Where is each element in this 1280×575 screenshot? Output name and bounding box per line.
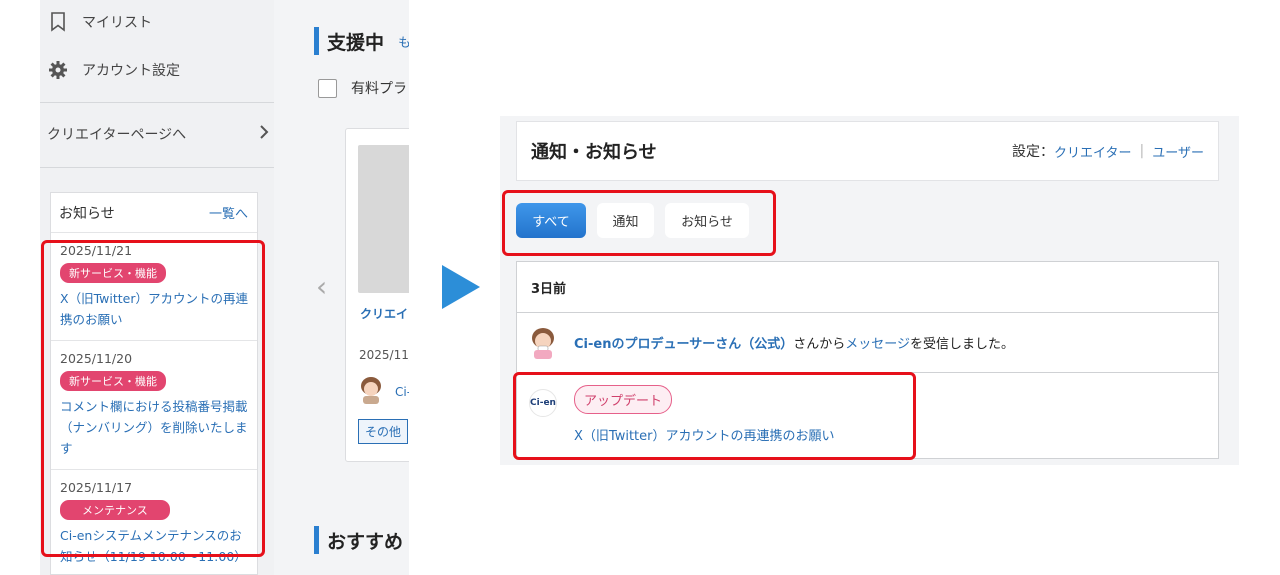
sidebar: マイリスト アカウント設定 クリエイターページへ お知らせ 一覧へ 2025/1… xyxy=(40,0,274,575)
divider: | xyxy=(1139,143,1145,159)
notification-settings: 設定： クリエイター | ユーザー xyxy=(1012,141,1204,161)
news-panel-title: お知らせ xyxy=(59,205,115,222)
main-column: 支援中 も 有料プラ ‹ クリエイ 2025/11/ Ci- その他 おすすめ xyxy=(274,0,409,575)
recommend-section-title: おすすめ xyxy=(314,526,403,554)
divider xyxy=(40,167,274,168)
sender-name[interactable]: Ci-enのプロデューサーさん（公式） xyxy=(574,333,793,352)
list-item[interactable]: Ci-en アップデート X（旧Twitter）アカウントの再連携のお願い xyxy=(517,373,1218,458)
news-link[interactable]: Ci-enシステムメンテナンスのお知らせ（11/19 10:00〜11:00） xyxy=(60,528,247,564)
page-title: 通知・お知らせ xyxy=(531,142,657,163)
tab-announcements[interactable]: お知らせ xyxy=(665,203,749,238)
notifications-header: 通知・お知らせ 設定： クリエイター | ユーザー xyxy=(516,121,1219,181)
update-badge: アップデート xyxy=(574,385,673,414)
section-title-text: おすすめ xyxy=(327,530,404,553)
paid-plan-filter-label: 有料プラ xyxy=(351,81,407,97)
news-date: 2025/11/17 xyxy=(60,480,133,495)
news-item: 2025/11/21 新サービス・機能 X（旧Twitter）アカウントの再連携… xyxy=(51,233,257,341)
paid-plan-filter[interactable]: 有料プラ xyxy=(318,78,407,98)
sidebar-item-account-settings[interactable]: アカウント設定 xyxy=(40,56,274,84)
news-date: 2025/11/21 xyxy=(60,243,133,258)
notification-tabs: すべて 通知 お知らせ xyxy=(516,203,749,238)
creator-page-label: クリエイターページへ xyxy=(47,127,187,143)
avatar xyxy=(532,327,554,359)
news-date: 2025/11/20 xyxy=(60,351,133,366)
bookmark-icon xyxy=(48,12,68,32)
avatar xyxy=(361,377,381,404)
post-date: 2025/11/ xyxy=(359,348,409,362)
settings-creator-link[interactable]: クリエイター xyxy=(1054,142,1131,161)
section-title-text: 支援中 xyxy=(327,31,385,54)
checkbox[interactable] xyxy=(318,78,337,98)
gear-icon xyxy=(48,60,68,80)
list-group-header: 3日前 xyxy=(517,262,1218,313)
tab-notifications[interactable]: 通知 xyxy=(597,203,654,238)
see-more-link[interactable]: も xyxy=(398,32,409,51)
chevron-right-icon xyxy=(259,125,269,143)
after-screenshot: 通知・お知らせ 設定： クリエイター | ユーザー すべて 通知 お知らせ 3日… xyxy=(500,116,1239,465)
settings-user-link[interactable]: ユーザー xyxy=(1152,142,1204,161)
tab-all[interactable]: すべて xyxy=(516,203,586,238)
announcement-link[interactable]: X（旧Twitter）アカウントの再連携のお願い xyxy=(574,425,834,444)
news-view-all-link[interactable]: 一覧へ xyxy=(209,203,248,222)
news-link[interactable]: コメント欄における投稿番号掲載（ナンバリング）を削除いたします xyxy=(60,399,248,456)
post-tag[interactable]: その他 xyxy=(358,419,409,444)
post-author[interactable]: Ci- xyxy=(395,385,409,399)
section-accent-bar xyxy=(314,526,319,554)
news-item: 2025/11/17 メンテナンス Ci-enシステムメンテナンスのお知らせ（1… xyxy=(51,470,257,574)
section-accent-bar xyxy=(314,27,319,55)
news-panel-header: お知らせ 一覧へ xyxy=(51,193,257,233)
list-item[interactable]: Ci-enのプロデューサーさん（公式） さんから メッセージ を受信しました。 xyxy=(517,313,1218,373)
creator-page-link[interactable]: クリエイターページへ xyxy=(47,124,269,144)
before-screenshot: マイリスト アカウント設定 クリエイターページへ お知らせ 一覧へ 2025/1… xyxy=(40,0,409,575)
news-panel: お知らせ 一覧へ 2025/11/21 新サービス・機能 X（旧Twitter）… xyxy=(50,192,258,575)
news-link[interactable]: X（旧Twitter）アカウントの再連携のお願い xyxy=(60,291,248,327)
supporting-section-title: 支援中 も xyxy=(314,27,409,55)
chevron-left-icon[interactable]: ‹ xyxy=(316,270,327,303)
notification-list: 3日前 Ci-enのプロデューサーさん（公式） さんから メッセージ を受信しま… xyxy=(516,261,1219,459)
post-title[interactable]: クリエイ xyxy=(360,305,408,322)
sidebar-item-label: マイリスト xyxy=(82,15,152,31)
message-text: さんから xyxy=(793,337,846,352)
divider xyxy=(40,102,274,103)
message-link[interactable]: メッセージ xyxy=(845,333,910,352)
news-category-badge: メンテナンス xyxy=(60,500,170,520)
settings-label: 設定： xyxy=(1012,144,1055,160)
sidebar-item-mylist[interactable]: マイリスト xyxy=(40,8,274,36)
news-item: 2025/11/20 新サービス・機能 コメント欄における投稿番号掲載（ナンバリ… xyxy=(51,341,257,470)
ci-en-logo: Ci-en xyxy=(529,389,557,417)
news-category-badge: 新サービス・機能 xyxy=(60,263,166,283)
post-thumbnail xyxy=(358,145,409,293)
news-category-badge: 新サービス・機能 xyxy=(60,371,166,391)
sidebar-item-label: アカウント設定 xyxy=(82,63,180,79)
play-arrow-icon xyxy=(442,265,480,309)
message-text: を受信しました。 xyxy=(909,337,1014,352)
post-card[interactable]: クリエイ 2025/11/ Ci- その他 xyxy=(345,128,409,462)
